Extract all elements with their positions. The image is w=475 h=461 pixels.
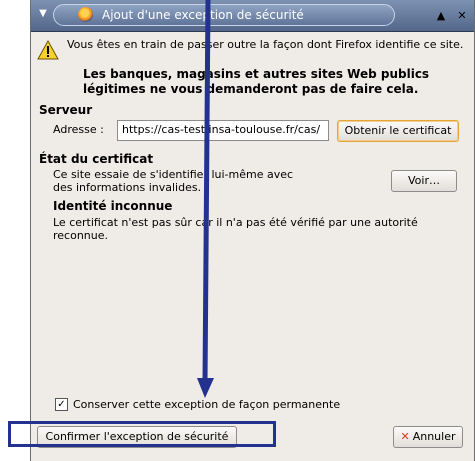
annotation-arrow-icon bbox=[197, 0, 214, 398]
